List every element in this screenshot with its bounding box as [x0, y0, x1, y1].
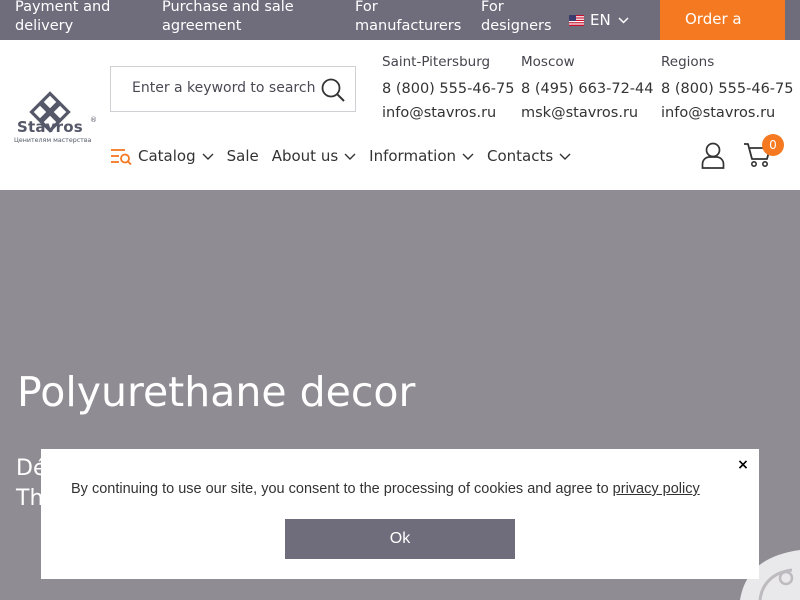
contact-email[interactable]: msk@stavros.ru	[521, 104, 653, 122]
nav-item-about[interactable]: About us	[272, 147, 356, 165]
chevron-down-icon	[344, 153, 356, 160]
nav-item-information[interactable]: Information	[369, 147, 474, 165]
hero-title: Polyurethane decor	[17, 368, 416, 416]
link-line: Purchase and sale	[162, 0, 294, 15]
nav-label: Sale	[226, 147, 259, 165]
link-line: agreement	[162, 18, 242, 34]
search-input[interactable]: Enter a keyword to search	[132, 80, 315, 96]
nav-label: About us	[271, 147, 339, 165]
cookie-message-text: By continuing to use our site, you conse…	[71, 481, 613, 497]
cart-count-badge: 0	[762, 134, 784, 156]
link-line: For	[481, 0, 504, 15]
logo-wordmark: Stavros	[17, 118, 83, 136]
chevron-down-icon	[559, 153, 571, 160]
cookie-ok-button[interactable]: Ok	[285, 519, 515, 559]
logo-registered: ®	[90, 116, 97, 124]
close-icon[interactable]: ×	[736, 458, 750, 472]
designers-link[interactable]: For designers	[481, 0, 552, 36]
link-line: Payment and	[15, 0, 111, 15]
cookie-message: By continuing to use our site, you conse…	[71, 481, 700, 497]
nav-label: Catalog	[138, 147, 196, 165]
nav-label: Contacts	[487, 147, 554, 165]
payment-delivery-link[interactable]: Payment and delivery	[15, 0, 110, 36]
privacy-policy-link[interactable]: privacy policy	[613, 481, 700, 497]
contact-moscow: Moscow 8 (495) 663-72-44 msk@stavros.ru	[521, 54, 653, 122]
language-label: EN	[590, 11, 611, 29]
purchase-agreement-link[interactable]: Purchase and sale agreement	[162, 0, 294, 36]
search-icon[interactable]	[320, 77, 346, 103]
chevron-down-icon	[618, 16, 629, 24]
nav-item-sale[interactable]: Sale	[227, 147, 259, 165]
link-line: delivery	[15, 18, 74, 34]
contact-city: Saint-Pitersburg	[382, 54, 491, 70]
us-flag-icon	[569, 14, 584, 26]
link-line: manufacturers	[355, 18, 462, 34]
link-line: designers	[481, 18, 552, 34]
cookie-consent-dialog: × By continuing to use our site, you con…	[41, 449, 759, 579]
contact-email[interactable]: info@stavros.ru	[661, 104, 793, 122]
language-selector[interactable]: EN	[569, 10, 629, 30]
nav-item-catalog[interactable]: Catalog	[110, 147, 214, 165]
main-nav: Catalog Sale About us Information Contac…	[110, 145, 584, 167]
search-box[interactable]: Enter a keyword to search	[110, 66, 356, 112]
chevron-down-icon	[462, 153, 474, 160]
contact-city: Moscow	[521, 54, 575, 70]
contact-saint-petersburg: Saint-Pitersburg 8 (800) 555-46-75 info@…	[382, 54, 514, 122]
contact-city: Regions	[661, 54, 715, 70]
contact-email[interactable]: info@stavros.ru	[382, 104, 514, 122]
contact-phone[interactable]: 8 (495) 663-72-44	[521, 80, 653, 98]
nav-item-contacts[interactable]: Contacts	[487, 147, 571, 165]
contact-phone[interactable]: 8 (800) 555-46-75	[382, 80, 514, 98]
nav-label: Information	[369, 147, 457, 165]
link-line: For	[355, 0, 378, 15]
catalog-menu-icon	[111, 149, 132, 165]
top-bar: Payment and delivery Purchase and sale a…	[0, 0, 800, 40]
logo-tagline: Ценителям мастерства	[14, 137, 92, 144]
order-button[interactable]: Order a	[660, 0, 785, 40]
user-account-icon[interactable]	[701, 142, 725, 169]
contact-phone[interactable]: 8 (800) 555-46-75	[661, 80, 793, 98]
chevron-down-icon	[202, 153, 214, 160]
hero-subtitle-line: Th	[16, 486, 44, 511]
manufacturers-link[interactable]: For manufacturers	[355, 0, 461, 36]
contact-regions: Regions 8 (800) 555-46-75 info@stavros.r…	[661, 54, 793, 122]
